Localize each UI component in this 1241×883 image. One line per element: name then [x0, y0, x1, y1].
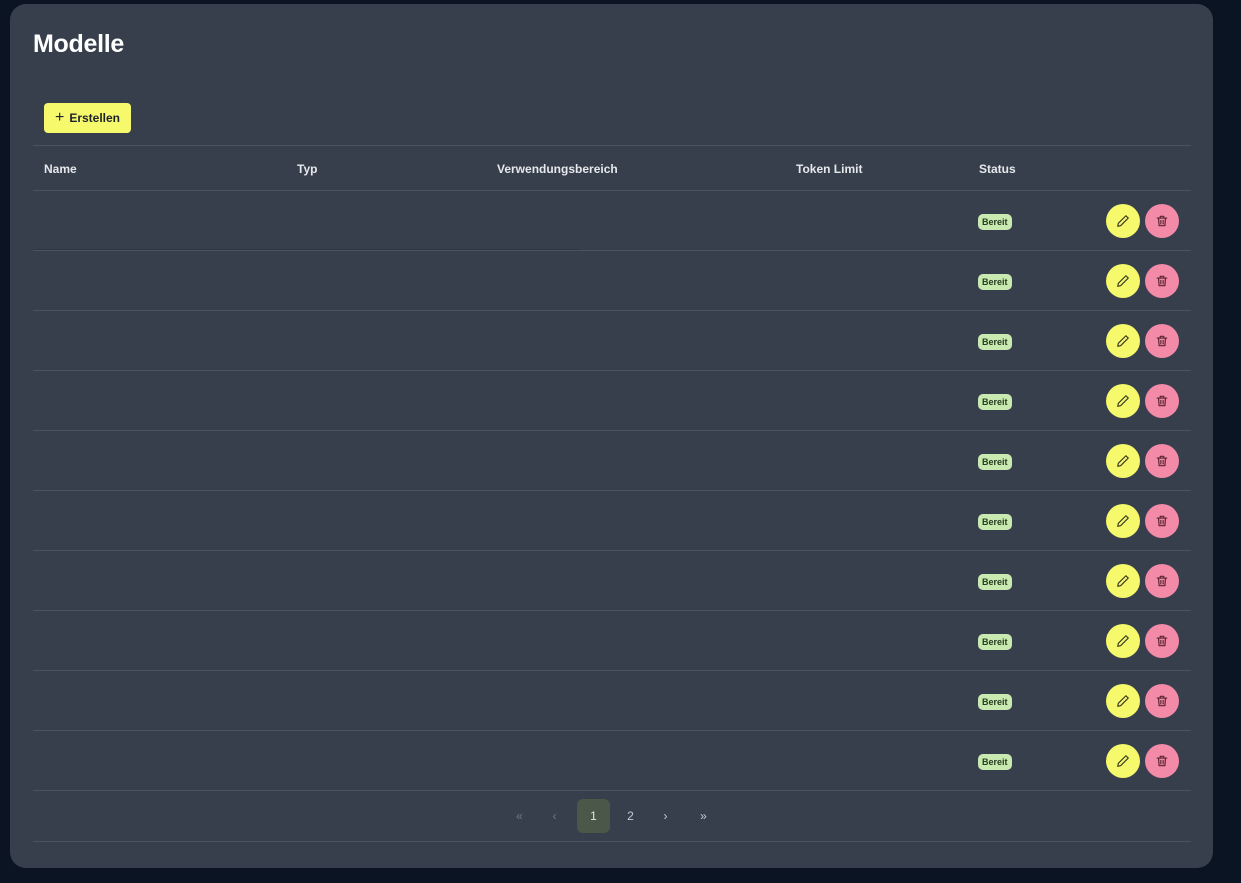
delete-button[interactable]	[1145, 444, 1179, 478]
trash-icon	[1155, 514, 1169, 528]
page-button-2[interactable]: 2	[614, 799, 647, 833]
column-header-status[interactable]: Status	[979, 162, 1016, 176]
trash-icon	[1155, 754, 1169, 768]
delete-button[interactable]	[1145, 744, 1179, 778]
delete-button[interactable]	[1145, 264, 1179, 298]
trash-icon	[1155, 394, 1169, 408]
edit-button[interactable]	[1106, 624, 1140, 658]
table-row: Bereit	[33, 431, 1191, 491]
table-header: Name Typ Verwendungsbereich Token Limit …	[33, 145, 1191, 191]
table-body: Bereit Bereit Bereit Bereit Bereit Bereit Bere…	[33, 191, 1191, 791]
models-card: Modelle + Erstellen Name Typ Verwendungs…	[10, 4, 1213, 868]
table-row: Bereit	[33, 191, 1191, 251]
delete-button[interactable]	[1145, 564, 1179, 598]
pencil-icon	[1116, 454, 1130, 468]
column-header-type[interactable]: Typ	[297, 162, 317, 176]
prev-page-button[interactable]: ‹	[538, 799, 571, 833]
table-row: Bereit	[33, 551, 1191, 611]
edit-button[interactable]	[1106, 684, 1140, 718]
status-badge: Bereit	[978, 574, 1012, 590]
pencil-icon	[1116, 334, 1130, 348]
trash-icon	[1155, 694, 1169, 708]
table-row: Bereit	[33, 311, 1191, 371]
pencil-icon	[1116, 694, 1130, 708]
plus-icon: +	[54, 108, 65, 126]
models-table: Name Typ Verwendungsbereich Token Limit …	[33, 145, 1191, 842]
table-row: Bereit	[33, 371, 1191, 431]
edit-button[interactable]	[1106, 504, 1140, 538]
delete-button[interactable]	[1145, 504, 1179, 538]
pencil-icon	[1116, 514, 1130, 528]
column-header-usage[interactable]: Verwendungsbereich	[497, 162, 618, 176]
table-row: Bereit	[33, 611, 1191, 671]
edit-button[interactable]	[1106, 744, 1140, 778]
pencil-icon	[1116, 634, 1130, 648]
create-button[interactable]: + Erstellen	[44, 103, 131, 133]
status-badge: Bereit	[978, 514, 1012, 530]
first-page-button[interactable]: «	[503, 799, 536, 833]
table-row: Bereit	[33, 491, 1191, 551]
page-button-1[interactable]: 1	[577, 799, 610, 833]
pencil-icon	[1116, 574, 1130, 588]
status-badge: Bereit	[978, 274, 1012, 290]
status-badge: Bereit	[978, 214, 1012, 230]
edit-button[interactable]	[1106, 324, 1140, 358]
trash-icon	[1155, 274, 1169, 288]
delete-button[interactable]	[1145, 624, 1179, 658]
next-page-button[interactable]: ›	[649, 799, 682, 833]
status-badge: Bereit	[978, 754, 1012, 770]
status-badge: Bereit	[978, 634, 1012, 650]
trash-icon	[1155, 214, 1169, 228]
pagination: « ‹ 1 2 › »	[33, 791, 1191, 842]
edit-button[interactable]	[1106, 264, 1140, 298]
edit-button[interactable]	[1106, 564, 1140, 598]
table-row: Bereit	[33, 731, 1191, 791]
delete-button[interactable]	[1145, 684, 1179, 718]
status-badge: Bereit	[978, 694, 1012, 710]
trash-icon	[1155, 634, 1169, 648]
pencil-icon	[1116, 274, 1130, 288]
status-badge: Bereit	[978, 454, 1012, 470]
trash-icon	[1155, 454, 1169, 468]
status-badge: Bereit	[978, 394, 1012, 410]
last-page-button[interactable]: »	[687, 799, 720, 833]
column-header-name[interactable]: Name	[44, 162, 77, 176]
pencil-icon	[1116, 394, 1130, 408]
delete-button[interactable]	[1145, 204, 1179, 238]
table-row: Bereit	[33, 671, 1191, 731]
pencil-icon	[1116, 754, 1130, 768]
pencil-icon	[1116, 214, 1130, 228]
create-button-label: Erstellen	[69, 111, 121, 125]
edit-button[interactable]	[1106, 384, 1140, 418]
column-header-token-limit[interactable]: Token Limit	[796, 162, 862, 176]
edit-button[interactable]	[1106, 444, 1140, 478]
status-badge: Bereit	[978, 334, 1012, 350]
trash-icon	[1155, 574, 1169, 588]
delete-button[interactable]	[1145, 324, 1179, 358]
table-row: Bereit	[33, 251, 1191, 311]
trash-icon	[1155, 334, 1169, 348]
page-title: Modelle	[33, 30, 124, 58]
edit-button[interactable]	[1106, 204, 1140, 238]
delete-button[interactable]	[1145, 384, 1179, 418]
